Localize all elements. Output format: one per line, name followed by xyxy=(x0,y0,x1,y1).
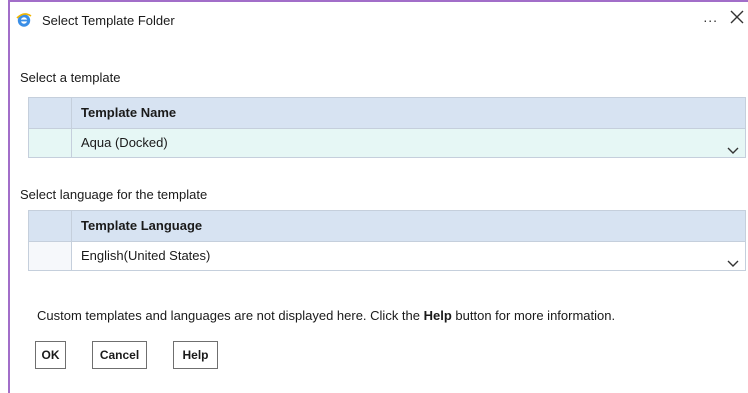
row-header-gutter xyxy=(29,211,72,241)
chevron-down-icon[interactable] xyxy=(727,251,739,267)
row-selector[interactable] xyxy=(29,242,72,270)
info-text-suffix: button for more information. xyxy=(451,308,616,323)
ie-icon xyxy=(16,12,32,28)
close-icon[interactable] xyxy=(728,8,746,26)
template-language-column-header: Template Language xyxy=(81,218,203,233)
template-name-dropdown[interactable]: Aqua (Docked) xyxy=(72,129,745,157)
template-grid-header: Template Name xyxy=(29,98,745,129)
template-language-value: English(United States) xyxy=(81,248,211,263)
help-button[interactable]: Help xyxy=(173,341,218,369)
more-options-button[interactable]: ... xyxy=(703,9,718,25)
template-name-column-header: Template Name xyxy=(81,105,177,120)
cancel-button[interactable]: Cancel xyxy=(92,341,147,369)
select-template-folder-dialog: Select Template Folder ... Select a temp… xyxy=(8,0,748,393)
language-grid-header: Template Language xyxy=(29,211,745,242)
info-text: Custom templates and languages are not d… xyxy=(37,308,615,323)
template-name-value: Aqua (Docked) xyxy=(81,135,168,150)
template-language-dropdown[interactable]: English(United States) xyxy=(72,242,745,270)
chevron-down-icon[interactable] xyxy=(727,138,739,154)
language-row[interactable]: English(United States) xyxy=(29,242,745,270)
template-row[interactable]: Aqua (Docked) xyxy=(29,129,745,157)
ok-button[interactable]: OK xyxy=(35,341,66,369)
language-grid: Template Language English(United States) xyxy=(28,210,746,271)
title-bar: Select Template Folder ... xyxy=(10,2,748,32)
info-help-bold: Help xyxy=(423,308,452,323)
template-grid: Template Name Aqua (Docked) xyxy=(28,97,746,158)
language-section-label: Select language for the template xyxy=(20,187,208,202)
dialog-title: Select Template Folder xyxy=(42,13,175,28)
info-text-prefix: Custom templates and languages are not d… xyxy=(37,308,424,323)
row-selector[interactable] xyxy=(29,129,72,157)
template-section-label: Select a template xyxy=(20,70,121,85)
row-header-gutter xyxy=(29,98,72,128)
